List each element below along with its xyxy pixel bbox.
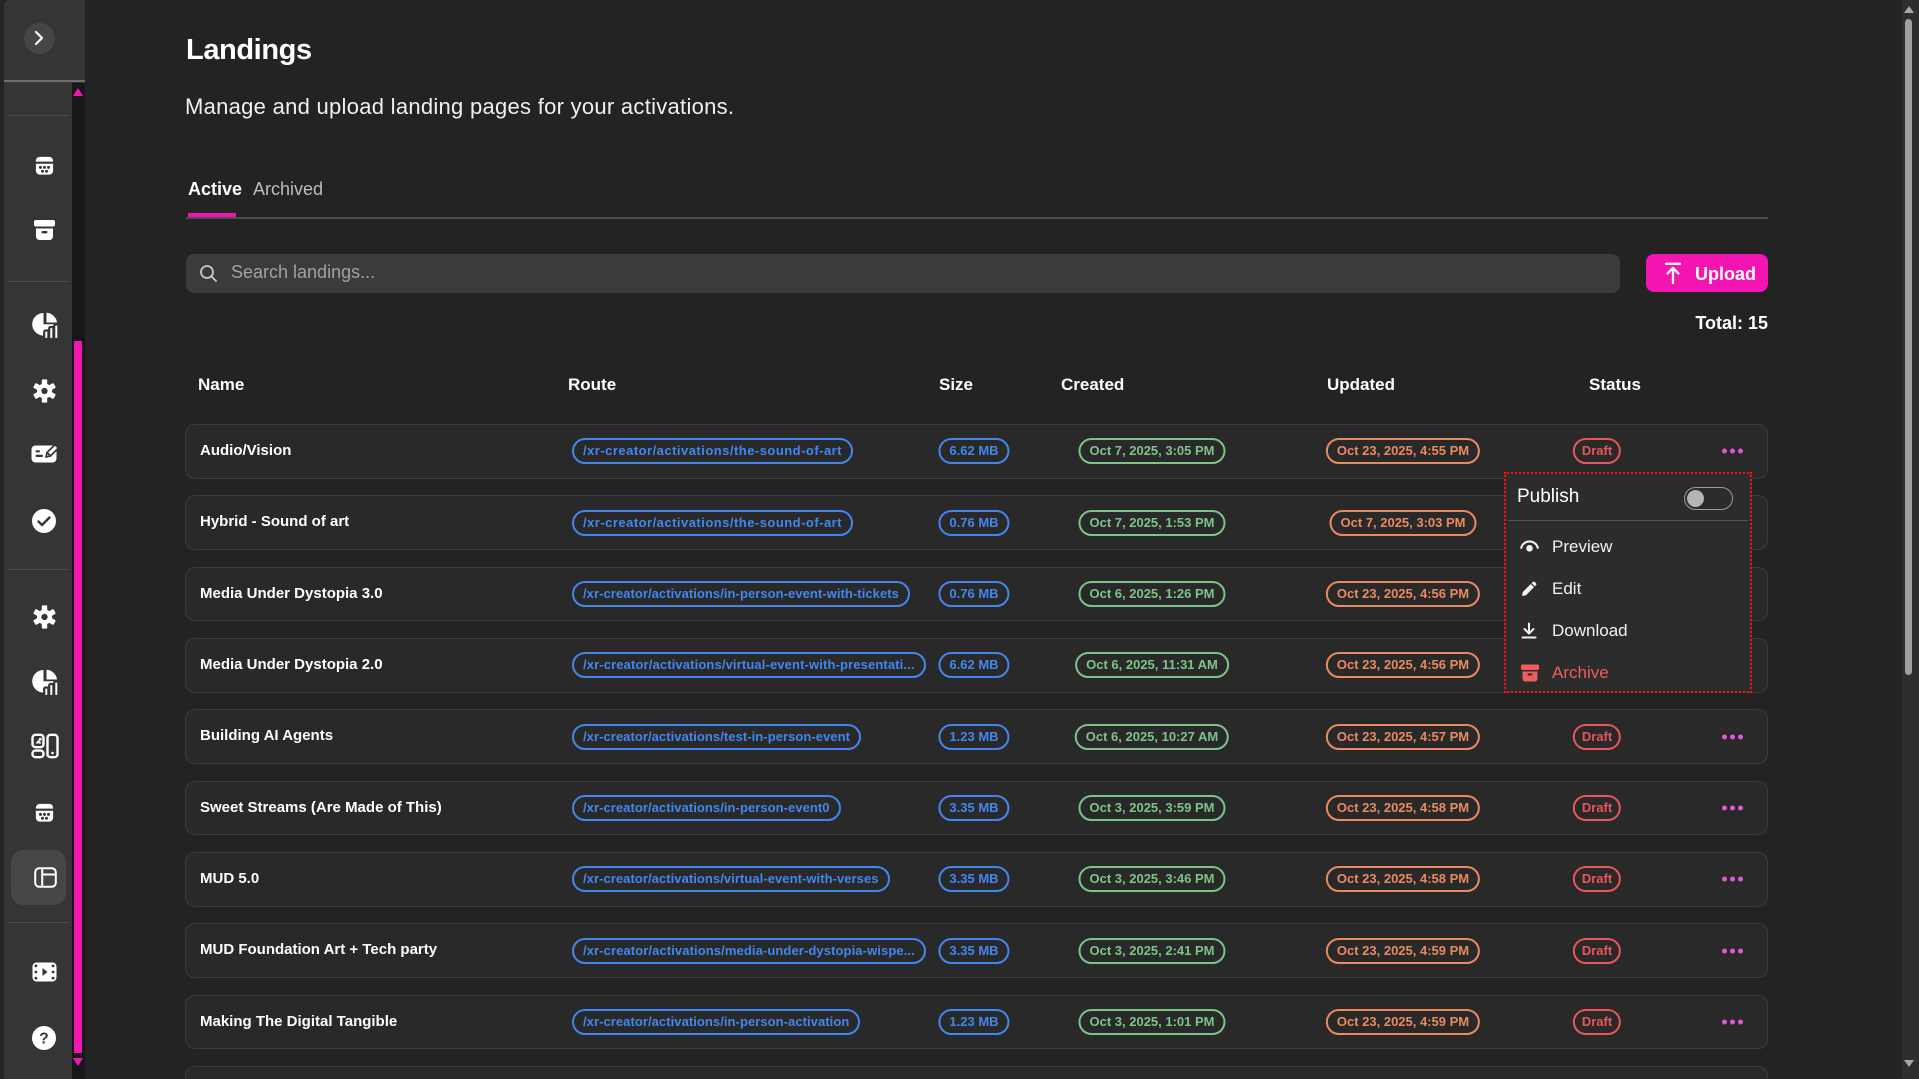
svg-text:?: ? <box>39 1031 48 1048</box>
